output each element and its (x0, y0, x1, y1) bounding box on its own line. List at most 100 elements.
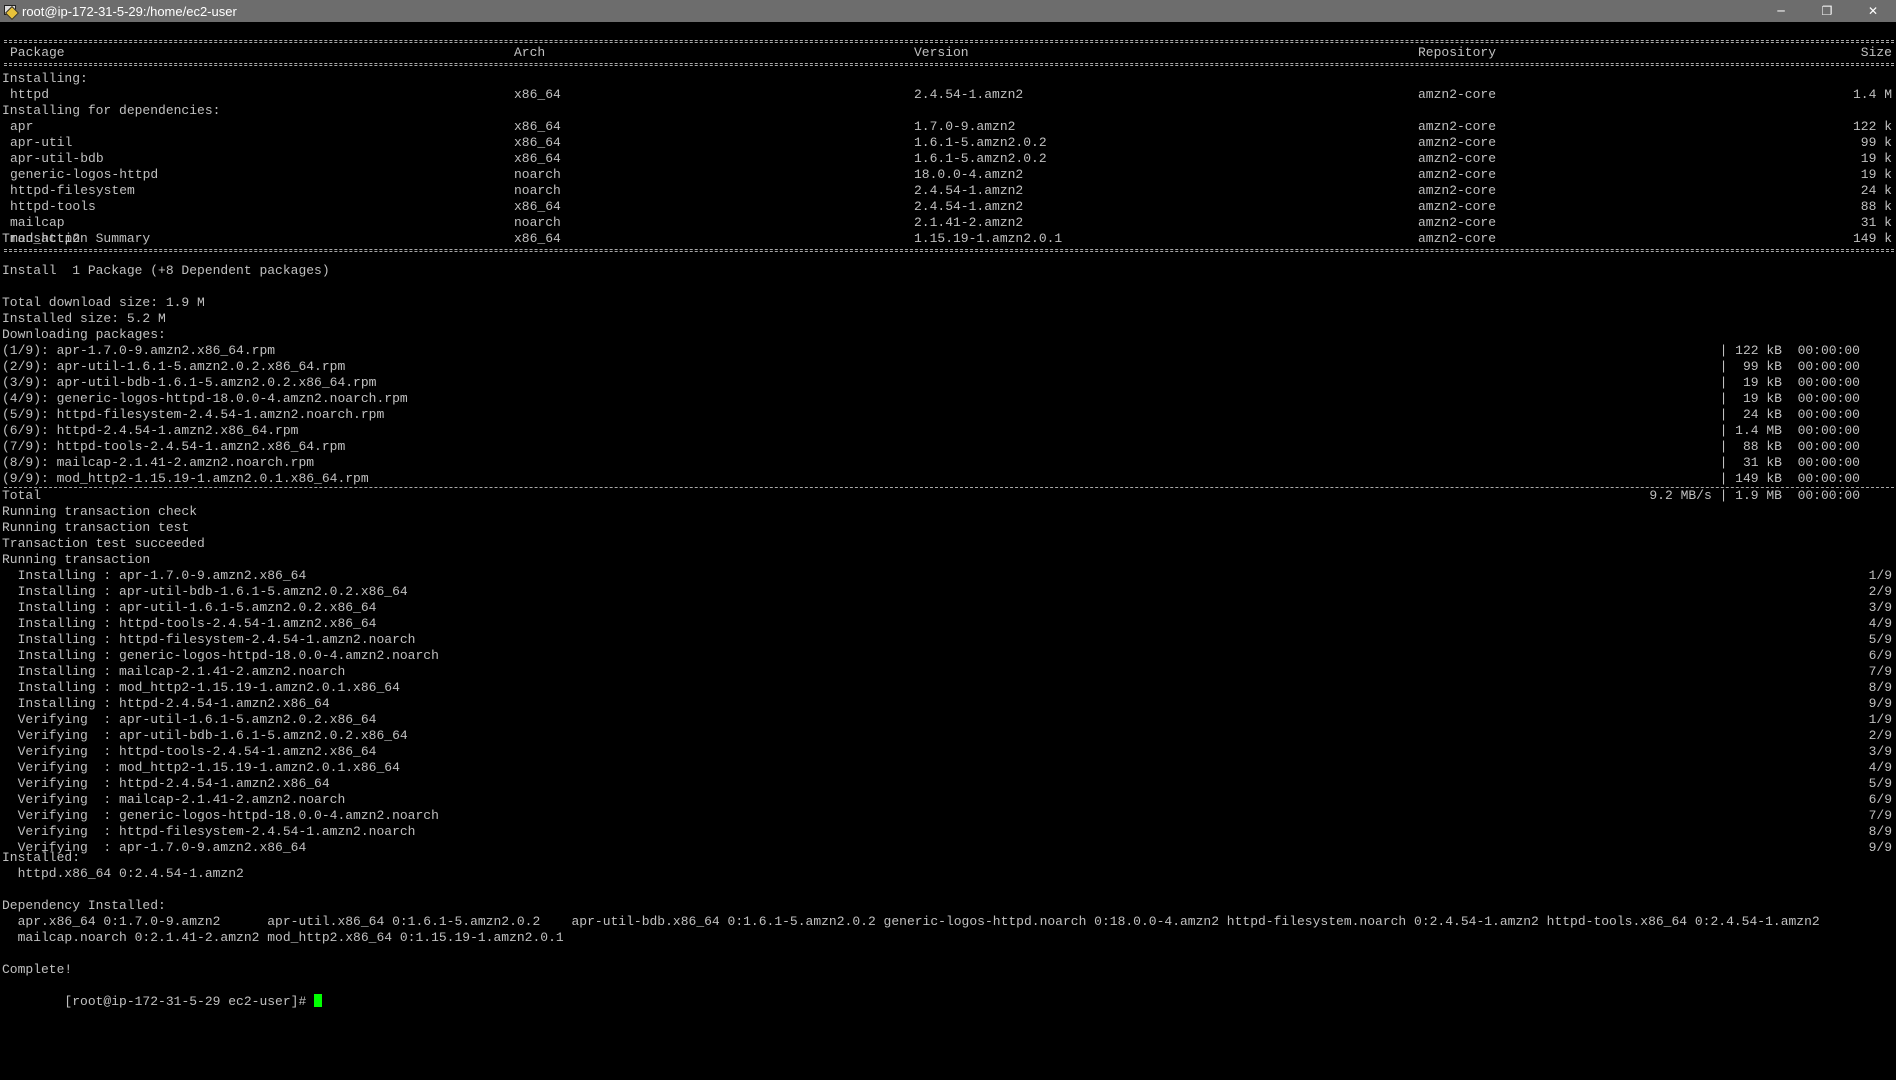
package-repository: amzn2-core (1418, 119, 1497, 134)
step-progress: 3/9 (1868, 744, 1892, 759)
package-name: apr-util-bdb (10, 151, 104, 166)
dependency-installed-line: apr.x86_64 0:1.7.0-9.amzn2 apr-util.x86_… (2, 914, 1820, 929)
transaction-step: Verifying : generic-logos-httpd-18.0.0-4… (0, 808, 1896, 824)
header-version: Version (914, 45, 969, 60)
package-row: mailcap noarch 2.1.41-2.amzn2 amzn2-core 31 … (0, 215, 1896, 231)
window-title: root@ip-172-31-5-29:/home/ec2-user (22, 3, 237, 19)
minimize-button[interactable]: ─ (1758, 0, 1804, 22)
step-progress: 7/9 (1868, 664, 1892, 679)
package-repository: amzn2-core (1418, 167, 1497, 182)
step-text: Verifying : mod_http2-1.15.19-1.amzn2.0.… (2, 760, 400, 775)
total-line: Total 9.2 MB/s | 1.9 MB 00:00:00 (2, 488, 1860, 503)
installed-package: httpd.x86_64 0:2.4.54-1.amzn2 (2, 866, 244, 881)
terminal-output[interactable]: Package Arch Version Repository Size Ins… (0, 22, 1896, 1080)
transaction-message-text: Transaction test succeeded (2, 536, 205, 551)
separator-rule (4, 40, 1894, 43)
download-stats: | 31 kB 00:00:00 (1719, 455, 1860, 470)
package-arch: noarch (514, 167, 561, 182)
package-row: apr-util-bdb x86_64 1.6.1-5.amzn2.0.2 amzn2… (0, 151, 1896, 167)
package-size: 99 k (1860, 135, 1892, 150)
package-arch: x86_64 (514, 151, 561, 166)
step-text: Installing : mod_http2-1.15.19-1.amzn2.0… (2, 680, 400, 695)
download-file: (1/9): apr-1.7.0-9.amzn2.x86_64.rpm (2, 343, 276, 358)
step-progress: 2/9 (1868, 584, 1892, 599)
transaction-step: Installing : mod_http2-1.15.19-1.amzn2.0… (0, 680, 1896, 696)
summary-install-line: Install 1 Package (+8 Dependent packages… (2, 263, 330, 278)
package-version: 2.4.54-1.amzn2 (914, 183, 1024, 198)
download-stats: | 88 kB 00:00:00 (1719, 439, 1860, 454)
step-progress: 6/9 (1868, 792, 1892, 807)
dependency-installed-line: mailcap.noarch 0:2.1.41-2.amzn2 mod_http… (2, 930, 564, 945)
transaction-step: Verifying : httpd-tools-2.4.54-1.amzn2.x… (0, 744, 1896, 760)
installing-label: Installing: (2, 71, 88, 86)
package-version: 1.6.1-5.amzn2.0.2 (914, 151, 1047, 166)
complete-message: Complete! (2, 962, 73, 977)
package-version: 18.0.0-4.amzn2 (914, 167, 1024, 182)
step-text: Installing : httpd-2.4.54-1.amzn2.x86_64 (2, 696, 330, 711)
step-progress: 9/9 (1868, 696, 1892, 711)
step-text: Verifying : apr-util-1.6.1-5.amzn2.0.2.x… (2, 712, 377, 727)
step-progress: 5/9 (1868, 776, 1892, 791)
step-progress: 4/9 (1868, 760, 1892, 775)
package-arch: x86_64 (514, 119, 561, 134)
download-row: (5/9): httpd-filesystem-2.4.54-1.amzn2.n… (0, 407, 1896, 423)
package-arch: noarch (514, 215, 561, 230)
transaction-message-text: Running transaction (2, 552, 151, 567)
transaction-step: Verifying : httpd-2.4.54-1.amzn2.x86_64 5… (0, 776, 1896, 792)
window-controls: ─ ❐ ✕ (1758, 0, 1896, 22)
transaction-message: Running transaction (0, 552, 1896, 568)
package-version: 1.7.0-9.amzn2 (914, 119, 1016, 134)
title-bar[interactable]: root@ip-172-31-5-29:/home/ec2-user ─ ❐ ✕ (0, 0, 1896, 22)
transaction-step: Installing : httpd-filesystem-2.4.54-1.a… (0, 632, 1896, 648)
package-row: apr x86_64 1.7.0-9.amzn2 amzn2-core 122 k (0, 119, 1896, 135)
deps-label: Installing for dependencies: (2, 103, 221, 118)
putty-icon[interactable] (3, 4, 20, 21)
step-text: Installing : apr-util-1.6.1-5.amzn2.0.2.… (2, 600, 377, 615)
step-text: Verifying : httpd-filesystem-2.4.54-1.am… (2, 824, 416, 839)
close-button[interactable]: ✕ (1850, 0, 1896, 22)
step-text: Installing : mailcap-2.1.41-2.amzn2.noar… (2, 664, 346, 679)
download-file: (4/9): generic-logos-httpd-18.0.0-4.amzn… (2, 391, 408, 406)
transaction-step: Verifying : mailcap-2.1.41-2.amzn2.noarc… (0, 792, 1896, 808)
transaction-step: Verifying : httpd-filesystem-2.4.54-1.am… (0, 824, 1896, 840)
download-stats: | 24 kB 00:00:00 (1719, 407, 1860, 422)
download-file: (5/9): httpd-filesystem-2.4.54-1.amzn2.n… (2, 407, 385, 422)
shell-prompt[interactable]: [root@ip-172-31-5-29 ec2-user]# (0, 978, 1896, 1009)
download-file: (7/9): httpd-tools-2.4.54-1.amzn2.x86_64… (2, 439, 346, 454)
download-row: (8/9): mailcap-2.1.41-2.amzn2.noarch.rpm… (0, 455, 1896, 471)
step-text: Verifying : apr-util-bdb-1.6.1-5.amzn2.0… (2, 728, 408, 743)
package-row: generic-logos-httpd noarch 18.0.0-4.amzn2 a… (0, 167, 1896, 183)
transaction-message-text: Running transaction test (2, 520, 190, 535)
package-size: 19 k (1860, 167, 1892, 182)
transaction-step: Installing : httpd-tools-2.4.54-1.amzn2.… (0, 616, 1896, 632)
step-text: Verifying : httpd-2.4.54-1.amzn2.x86_64 (2, 776, 330, 791)
transaction-step: Installing : apr-1.7.0-9.amzn2.x86_64 1/9 (0, 568, 1896, 584)
summary-title: Transaction Summary (2, 231, 151, 246)
step-progress: 8/9 (1868, 680, 1892, 695)
download-row: (4/9): generic-logos-httpd-18.0.0-4.amzn… (0, 391, 1896, 407)
transaction-message-text: Running transaction check (2, 504, 198, 519)
header-repository: Repository (1418, 45, 1497, 60)
transaction-message: Running transaction check (0, 504, 1896, 520)
package-repository: amzn2-core (1418, 215, 1497, 230)
header-package: Package (10, 45, 65, 60)
step-text: Installing : apr-1.7.0-9.amzn2.x86_64 (2, 568, 307, 583)
package-name: httpd-tools (10, 199, 96, 214)
step-text: Verifying : httpd-tools-2.4.54-1.amzn2.x… (2, 744, 377, 759)
package-name: mailcap (10, 215, 65, 230)
download-row: (9/9): mod_http2-1.15.19-1.amzn2.0.1.x86… (0, 471, 1896, 487)
package-size: 19 k (1860, 151, 1892, 166)
transaction-step: Installing : httpd-2.4.54-1.amzn2.x86_64… (0, 696, 1896, 712)
separator-rule (4, 249, 1894, 252)
transaction-message: Running transaction test (0, 520, 1896, 536)
step-text: Verifying : mailcap-2.1.41-2.amzn2.noarc… (2, 792, 346, 807)
download-file: (3/9): apr-util-bdb-1.6.1-5.amzn2.0.2.x8… (2, 375, 377, 390)
package-name: generic-logos-httpd (10, 167, 159, 182)
terminal-window: root@ip-172-31-5-29:/home/ec2-user ─ ❐ ✕… (0, 0, 1896, 1080)
download-row: (6/9): httpd-2.4.54-1.amzn2.x86_64.rpm | … (0, 423, 1896, 439)
transaction-step: Verifying : apr-util-1.6.1-5.amzn2.0.2.x… (0, 712, 1896, 728)
download-stats: | 19 kB 00:00:00 (1719, 391, 1860, 406)
package-size: 122 k (1852, 119, 1892, 134)
transaction-step: Installing : apr-util-1.6.1-5.amzn2.0.2.… (0, 600, 1896, 616)
restore-button[interactable]: ❐ (1804, 0, 1850, 22)
